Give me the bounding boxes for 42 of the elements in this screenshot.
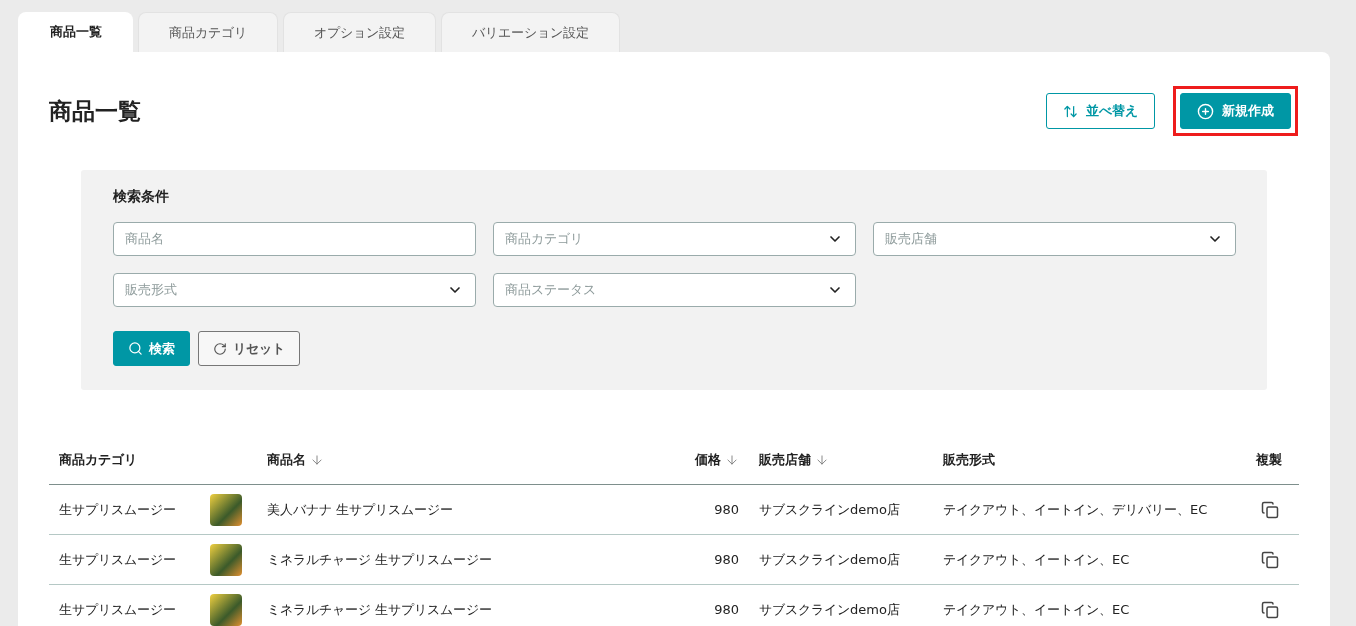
tab[interactable]: 商品一覧 (18, 12, 133, 52)
table-cell: ミネラルチャージ 生サプリスムージー (257, 585, 657, 626)
table-cell: 980 (657, 585, 749, 626)
sort-arrow-icon (310, 453, 324, 467)
column-header: 複製 (1233, 436, 1299, 485)
table-cell: 生サプリスムージー (49, 585, 200, 626)
column-header[interactable]: 商品名 (257, 436, 657, 485)
search-button[interactable]: 検索 (113, 331, 190, 366)
sort-button[interactable]: 並べ替え (1046, 93, 1155, 129)
tab[interactable]: オプション設定 (283, 12, 436, 52)
copy-icon[interactable] (1261, 500, 1279, 519)
copy-icon[interactable] (1261, 550, 1279, 569)
copy-icon[interactable] (1261, 600, 1279, 619)
tab[interactable]: バリエーション設定 (441, 12, 620, 52)
table-cell: 生サプリスムージー (49, 485, 200, 535)
column-header[interactable]: 価格 (657, 436, 749, 485)
search-icon (128, 341, 143, 356)
table-cell: テイクアウト、イートイン、EC (933, 535, 1233, 585)
table-cell: 美人バナナ 生サプリスムージー (257, 485, 657, 535)
column-header: 商品カテゴリ (49, 436, 200, 485)
table-cell: サブスクラインdemo店 (749, 535, 933, 585)
photo-placeholder (210, 543, 242, 576)
table-cell: 生サプリスムージー (49, 535, 200, 585)
plus-circle-icon (1197, 102, 1214, 120)
table-cell: 980 (657, 485, 749, 535)
table-cell: サブスクラインdemo店 (749, 585, 933, 626)
table-cell: テイクアウト、イートイン、EC (933, 585, 1233, 626)
column-header: 販売形式 (933, 436, 1233, 485)
reset-button[interactable]: リセット (198, 331, 300, 366)
photo-placeholder (210, 493, 242, 526)
photo-placeholder (210, 593, 242, 626)
page-title: 商品一覧 (49, 96, 141, 126)
create-button[interactable]: 新規作成 (1180, 93, 1291, 129)
column-header[interactable]: 販売店舗 (749, 436, 933, 485)
panel-title: 検索条件 (113, 188, 170, 206)
table-cell: 980 (657, 535, 749, 585)
table-cell: サブスクラインdemo店 (749, 485, 933, 535)
sort-arrows-icon (1063, 103, 1078, 119)
tab[interactable]: 商品カテゴリ (138, 12, 278, 52)
table-cell: テイクアウト、イートイン、デリバリー、EC (933, 485, 1233, 535)
table-cell: ミネラルチャージ 生サプリスムージー (257, 535, 657, 585)
refresh-icon (213, 341, 227, 356)
